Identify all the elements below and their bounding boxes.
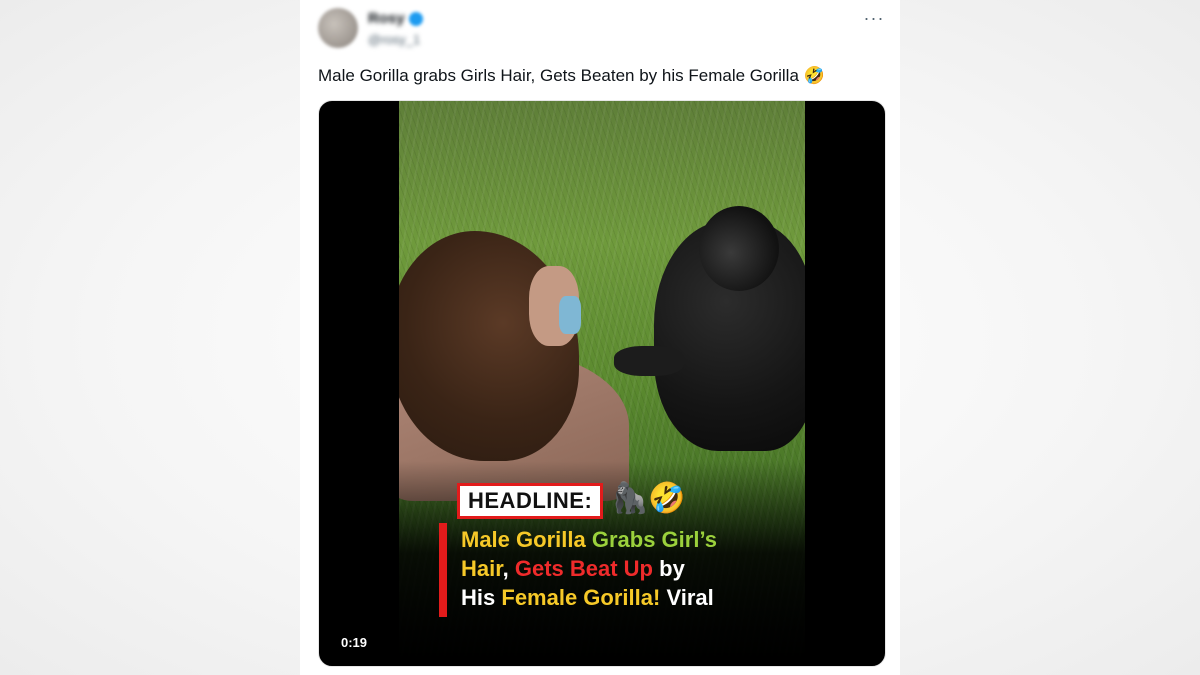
video-caption: Male Gorilla Grabs Girl’s Hair, Gets Bea… bbox=[461, 525, 781, 612]
avatar[interactable] bbox=[318, 8, 358, 48]
tweet-card[interactable]: Rosy @rosy_1 ··· Male Gorilla grabs Girl… bbox=[300, 0, 900, 675]
caption-part: His bbox=[461, 585, 496, 610]
caption-part: Male Gorilla bbox=[461, 527, 586, 552]
tweet-text: Male Gorilla grabs Girls Hair, Gets Beat… bbox=[318, 66, 825, 85]
caption-accent-bar bbox=[439, 523, 447, 617]
caption-part: Grabs Girl’s bbox=[591, 527, 717, 552]
caption-part: Viral bbox=[666, 585, 714, 610]
face-mask bbox=[559, 296, 581, 334]
author-name[interactable]: Rosy bbox=[368, 10, 405, 27]
headline-label: HEADLINE: bbox=[457, 483, 604, 519]
gorilla-laugh-emoji-icon: 🦍🤣 bbox=[611, 481, 686, 516]
caption-part: Hair bbox=[461, 556, 503, 581]
author-info[interactable]: Rosy @rosy_1 bbox=[368, 10, 423, 50]
video-player[interactable]: HEADLINE: 🦍🤣 Male Gorilla Grabs Girl’s H… bbox=[318, 100, 886, 667]
caption-part: , bbox=[502, 556, 509, 581]
more-options-button[interactable]: ··· bbox=[858, 8, 890, 32]
caption-part: Female Gorilla! bbox=[501, 585, 661, 610]
video-timestamp: 0:19 bbox=[335, 633, 374, 652]
gorilla-arm bbox=[614, 346, 684, 376]
video-frame[interactable]: HEADLINE: 🦍🤣 Male Gorilla Grabs Girl’s H… bbox=[399, 101, 805, 666]
gorilla-head bbox=[699, 206, 779, 291]
caption-part: by bbox=[659, 556, 685, 581]
author-handle[interactable]: @rosy_1 bbox=[368, 32, 423, 47]
verified-badge-icon bbox=[408, 11, 423, 26]
caption-part: Gets Beat Up bbox=[514, 556, 653, 581]
